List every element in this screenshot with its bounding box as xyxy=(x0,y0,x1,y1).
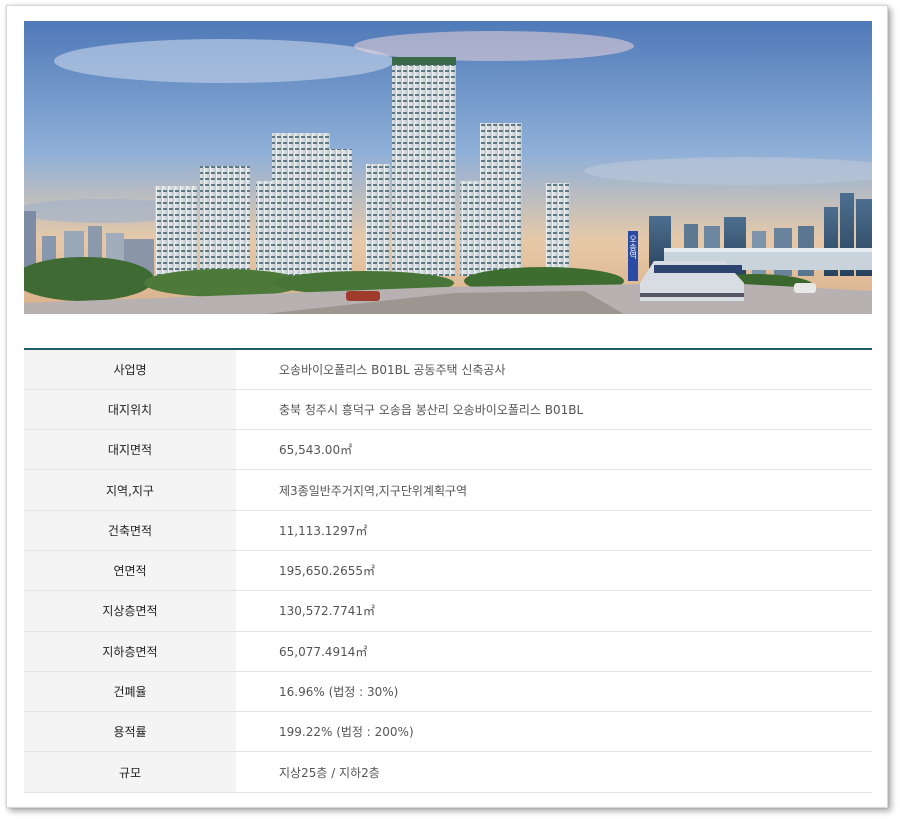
row-label: 사업명 xyxy=(24,349,236,390)
row-value: 지상25층 / 지하2층 xyxy=(236,751,872,793)
row-label: 지상층면적 xyxy=(24,590,236,632)
row-label: 연면적 xyxy=(24,550,236,592)
row-label: 규모 xyxy=(24,751,236,793)
row-label: 대지면적 xyxy=(24,429,236,471)
row-value: 65,077.4914㎡ xyxy=(236,631,872,672)
row-label: 건폐율 xyxy=(24,671,236,713)
table-row: 지역,지구 제3종일반주거지역,지구단위계획구역 xyxy=(24,469,872,511)
table-row: 규모 지상25층 / 지하2층 xyxy=(24,751,872,793)
row-value: 16.96% (법정 : 30%) xyxy=(236,671,872,713)
row-value: 195,650.2655㎡ xyxy=(236,550,872,592)
project-info-table: 사업명 오송바이오폴리스 B01BL 공동주택 신축공사 대지위치 충북 청주시… xyxy=(24,348,872,793)
table-row: 건축면적 11,113.1297㎡ xyxy=(24,510,872,551)
row-value: 199.22% (법정 : 200%) xyxy=(236,711,872,753)
row-value: 제3종일반주거지역,지구단위계획구역 xyxy=(236,469,872,511)
table-row: 대지위치 충북 청주시 흥덕구 오송읍 봉산리 오송바이오폴리스 B01BL xyxy=(24,389,872,431)
table-row: 용적률 199.22% (법정 : 200%) xyxy=(24,711,872,753)
row-label: 대지위치 xyxy=(24,389,236,431)
row-value: 130,572.7741㎡ xyxy=(236,590,872,632)
table-row: 지하층면적 65,077.4914㎡ xyxy=(24,631,872,672)
table-row: 연면적 195,650.2655㎡ xyxy=(24,550,872,592)
table-row: 지상층면적 130,572.7741㎡ xyxy=(24,590,872,632)
row-value: 오송바이오폴리스 B01BL 공동주택 신축공사 xyxy=(236,349,872,390)
row-value: 충북 청주시 흥덕구 오송읍 봉산리 오송바이오폴리스 B01BL xyxy=(236,389,872,431)
table-row: 사업명 오송바이오폴리스 B01BL 공동주택 신축공사 xyxy=(24,349,872,390)
row-label: 건축면적 xyxy=(24,510,236,551)
row-label: 지하층면적 xyxy=(24,631,236,672)
table-row: 건폐율 16.96% (법정 : 30%) xyxy=(24,671,872,713)
row-value: 11,113.1297㎡ xyxy=(236,510,872,551)
row-label: 용적률 xyxy=(24,711,236,753)
hero-rendering-image: 오송역 xyxy=(24,21,872,314)
row-value: 65,543.00㎡ xyxy=(236,429,872,471)
row-label: 지역,지구 xyxy=(24,469,236,511)
station-sign: 오송역 xyxy=(629,235,638,260)
table-row: 대지면적 65,543.00㎡ xyxy=(24,429,872,471)
